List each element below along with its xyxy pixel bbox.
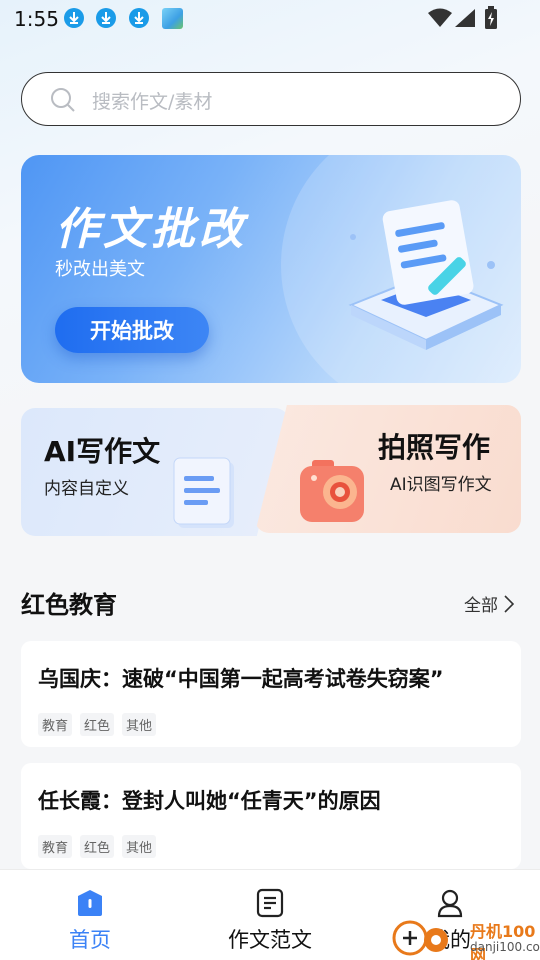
banner-title: 作文批改 (55, 204, 247, 255)
download-icon (96, 8, 116, 28)
tab-essays[interactable]: 作文范文 (210, 888, 330, 954)
section-title: 红色教育 (21, 591, 117, 619)
article-title: 乌国庆：速破“中国第一起高考试卷失窃案” (38, 667, 444, 691)
search-input[interactable]: 搜索作文/素材 (21, 72, 521, 126)
article-card[interactable]: 任长霞：登封人叫她“任青天”的原因 教育 红色 其他 (21, 763, 521, 869)
tag: 红色 (80, 835, 115, 858)
tag: 红色 (80, 713, 115, 736)
home-icon (78, 890, 102, 916)
essay-doc-icon (256, 888, 284, 918)
photo-write-title: 拍照写作 (378, 431, 491, 464)
article-tags: 教育 红色 其他 (38, 713, 157, 736)
camera-icon (300, 460, 364, 522)
tag: 教育 (38, 713, 73, 736)
app-notification-icon (162, 8, 183, 29)
essay-correction-banner[interactable]: 作文批改 秒改出美文 开始批改 (21, 155, 521, 383)
document-icon (173, 457, 234, 528)
wifi-icon (428, 8, 452, 27)
status-bar: 1:55 (0, 0, 540, 36)
photo-write-subtitle: AI识图写作文 (390, 475, 492, 495)
search-icon (51, 88, 75, 112)
tag: 其他 (122, 713, 157, 736)
chevron-right-icon (504, 594, 514, 613)
ai-write-title: AI写作文 (44, 435, 161, 468)
article-tags: 教育 红色 其他 (38, 835, 157, 858)
download-icon (129, 8, 149, 28)
article-title: 任长霞：登封人叫她“任青天”的原因 (38, 789, 381, 813)
status-time: 1:55 (14, 7, 59, 31)
ai-write-subtitle: 内容自定义 (44, 479, 129, 499)
document-correction-icon (348, 200, 504, 350)
banner-subtitle: 秒改出美文 (55, 259, 145, 280)
signal-icon (455, 9, 475, 27)
ai-write-card[interactable] (21, 408, 289, 536)
article-card[interactable]: 乌国庆：速破“中国第一起高考试卷失窃案” 教育 红色 其他 (21, 641, 521, 747)
tab-home[interactable]: 首页 (30, 888, 150, 954)
watermark-url: danji100.com (470, 940, 540, 954)
tag: 教育 (38, 835, 73, 858)
tag: 其他 (122, 835, 157, 858)
tab-essays-label: 作文范文 (228, 928, 312, 952)
view-all-label: 全部 (464, 596, 498, 616)
photo-write-card[interactable] (255, 405, 521, 533)
battery-icon (485, 6, 497, 29)
tab-home-label: 首页 (69, 928, 111, 952)
search-placeholder: 搜索作文/素材 (92, 91, 213, 113)
start-correction-button[interactable]: 开始批改 (55, 307, 209, 353)
download-icon (64, 8, 84, 28)
view-all-link[interactable]: 全部 (464, 591, 514, 616)
user-icon (437, 889, 463, 918)
